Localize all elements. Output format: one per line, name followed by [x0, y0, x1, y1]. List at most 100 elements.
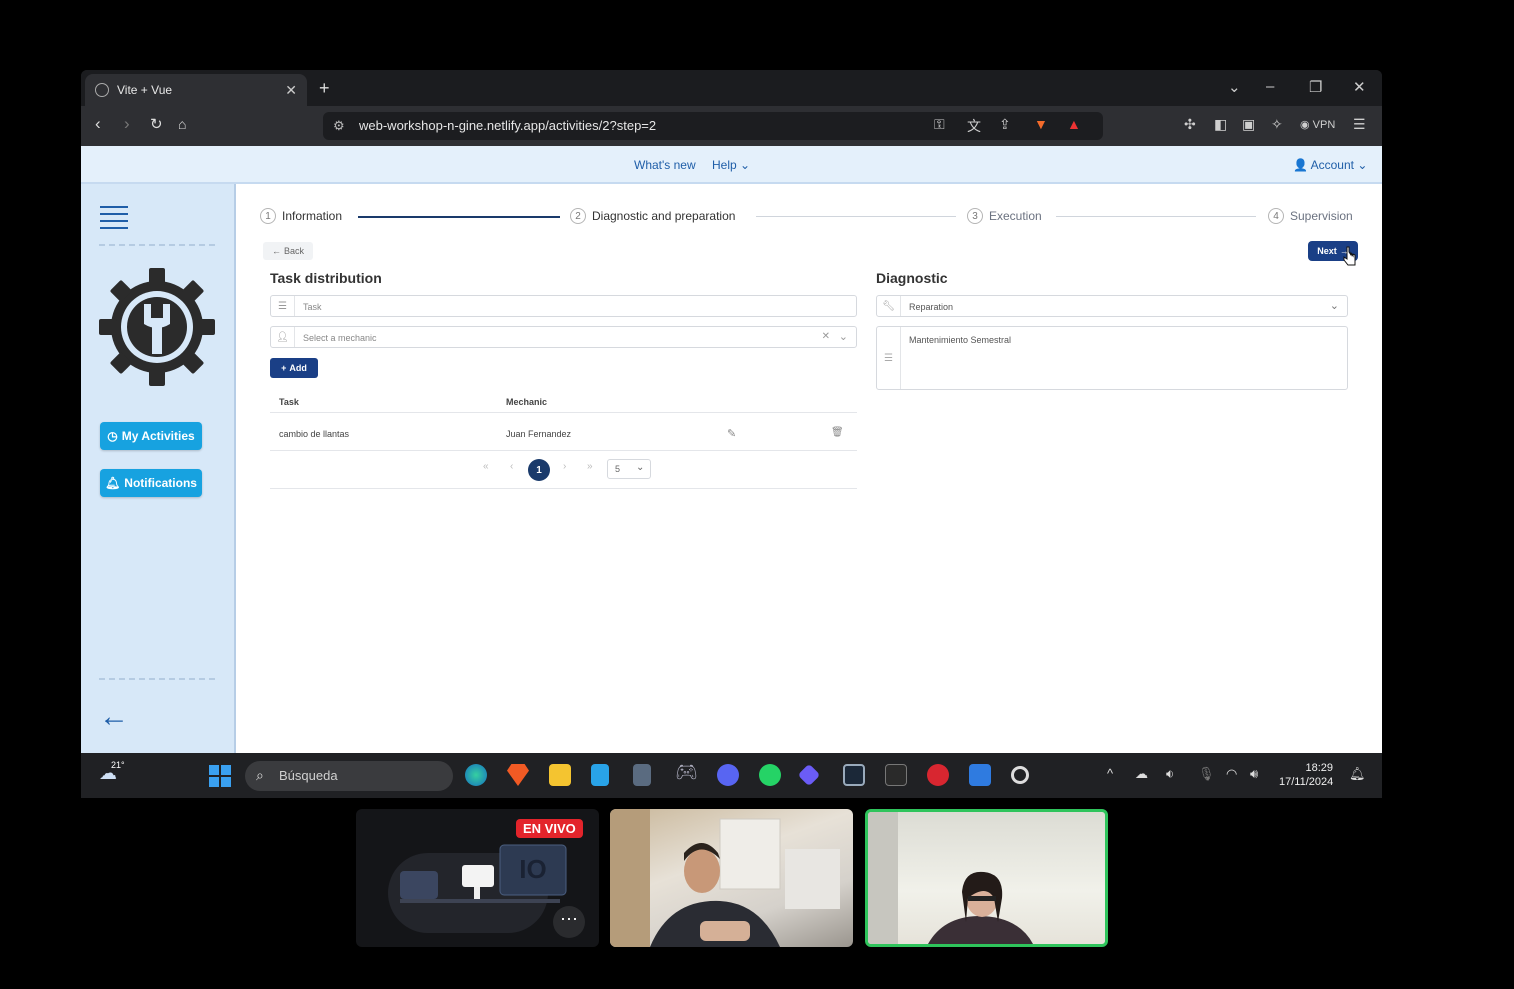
- step-execution[interactable]: 3 Execution: [967, 208, 1042, 224]
- account-menu[interactable]: 👤 Account ⌄: [1293, 158, 1367, 172]
- back-button[interactable]: ← Back: [263, 242, 313, 260]
- edit-pencil-icon[interactable]: ✎: [727, 427, 736, 440]
- app-red-icon[interactable]: [927, 764, 949, 786]
- last-page-icon[interactable]: »: [587, 461, 593, 472]
- diagnostic-type-select[interactable]: 🔧︎ Reparation ⌄: [876, 295, 1348, 317]
- brave-shield-icon[interactable]: ▼: [1034, 116, 1048, 132]
- diagnostic-type-value: Reparation: [909, 302, 954, 312]
- first-page-icon[interactable]: «: [483, 461, 489, 472]
- windows-start-icon[interactable]: [209, 765, 231, 787]
- discord-icon[interactable]: [717, 764, 739, 786]
- live-badge: EN VIVO: [516, 819, 583, 838]
- page-current[interactable]: 1: [528, 459, 550, 481]
- back-icon[interactable]: ‹: [95, 114, 101, 134]
- edge-icon[interactable]: [465, 764, 487, 786]
- whatsapp-icon[interactable]: [759, 764, 781, 786]
- top-navigation: What's new Help ⌄ 👤 Account ⌄: [81, 146, 1382, 184]
- step-information[interactable]: 1 Information: [260, 208, 342, 224]
- reload-icon[interactable]: ↻: [150, 115, 163, 133]
- tab-list-chevron-icon[interactable]: ⌄: [1228, 78, 1241, 96]
- address-bar[interactable]: ⚙ web-workshop-n-gine.netlify.app/activi…: [323, 112, 1103, 140]
- browser-tab[interactable]: Vite + Vue ✕: [85, 74, 307, 106]
- minimize-icon[interactable]: –: [1266, 78, 1274, 95]
- translate-icon[interactable]: 文: [967, 116, 981, 136]
- list-icon: ☰: [271, 296, 295, 316]
- notepad-icon[interactable]: [591, 764, 609, 786]
- next-page-icon[interactable]: ›: [563, 461, 566, 472]
- hamburger-menu-icon[interactable]: [100, 206, 128, 234]
- participant-video-tile-active-speaker[interactable]: [865, 809, 1108, 947]
- add-task-button[interactable]: + Add: [270, 358, 318, 378]
- key-icon[interactable]: ⚿: [934, 116, 945, 133]
- volume-icon[interactable]: 🔊︎: [1250, 766, 1258, 782]
- notification-bell-icon[interactable]: 🔔︎: [1349, 766, 1366, 782]
- step-supervision[interactable]: 4 Supervision: [1268, 208, 1353, 224]
- notifications-label: Notifications: [124, 476, 197, 490]
- extensions-icon[interactable]: ✣: [1184, 116, 1196, 133]
- task-distribution-title: Task distribution: [270, 270, 382, 286]
- step-diagnostic[interactable]: 2 Diagnostic and preparation: [570, 208, 735, 224]
- site-settings-icon[interactable]: ⚙: [333, 118, 345, 134]
- wifi-icon[interactable]: ◠: [1226, 766, 1237, 782]
- back-label: Back: [283, 246, 304, 256]
- my-activities-button[interactable]: ◷ My Activities: [100, 422, 202, 450]
- app-diamond-icon[interactable]: [797, 763, 821, 787]
- forward-icon[interactable]: ›: [124, 114, 130, 134]
- wrench-icon: 🔧︎: [877, 296, 901, 316]
- help-label: Help: [712, 158, 737, 172]
- gamepad-icon[interactable]: 🎮︎: [675, 762, 698, 784]
- plus-icon: +: [281, 363, 287, 373]
- sidebar-toggle-icon[interactable]: ◧: [1214, 116, 1227, 133]
- wallet-icon[interactable]: ▣: [1242, 116, 1255, 133]
- clock-icon: ◷: [107, 429, 118, 443]
- obs-icon[interactable]: [1011, 766, 1029, 784]
- calendar-icon[interactable]: [969, 764, 991, 786]
- task-input[interactable]: ☰ Task: [270, 295, 857, 317]
- brave-icon[interactable]: [507, 764, 529, 786]
- page-size-select[interactable]: 5 ⌄: [607, 459, 651, 479]
- home-icon[interactable]: ⌂: [178, 116, 186, 132]
- user-icon: 👤: [1293, 158, 1308, 172]
- onedrive-cloud-icon[interactable]: ☁: [1135, 766, 1148, 782]
- system-clock[interactable]: 18:29 17/11/2024: [1279, 761, 1333, 789]
- prev-page-icon[interactable]: ‹: [510, 461, 513, 472]
- more-options-icon[interactable]: ⋯: [553, 906, 585, 938]
- vpn-button[interactable]: ◉ VPN: [1300, 118, 1335, 131]
- menu-icon[interactable]: ☰: [1353, 116, 1366, 133]
- taskbar-search[interactable]: ⌕ Búsqueda: [245, 761, 453, 791]
- show-hidden-icons-chevron[interactable]: ^: [1107, 766, 1113, 781]
- clear-icon[interactable]: ✕: [822, 331, 830, 342]
- steam-icon[interactable]: [843, 764, 865, 786]
- globe-icon: [95, 83, 109, 97]
- share-icon[interactable]: ⇪: [999, 116, 1011, 133]
- close-tab-icon[interactable]: ✕: [285, 82, 297, 99]
- notifications-button[interactable]: 🔔︎ Notifications: [100, 469, 202, 497]
- whats-new-link[interactable]: What's new: [634, 158, 696, 172]
- vpn-label: VPN: [1312, 119, 1336, 131]
- speaker-icon[interactable]: 🔉︎: [1166, 766, 1174, 782]
- close-window-icon[interactable]: ✕: [1353, 78, 1366, 96]
- delete-trash-icon[interactable]: 🗑︎: [831, 427, 844, 438]
- chevron-down-icon[interactable]: ⌄: [839, 330, 848, 343]
- participant-video-tile[interactable]: [610, 809, 853, 947]
- lines-icon: ☰: [877, 327, 901, 389]
- calculator-icon[interactable]: [633, 764, 651, 786]
- collapse-sidebar-arrow-icon[interactable]: ←: [99, 702, 129, 732]
- diagnostic-description-textarea[interactable]: ☰ Mantenimiento Semestral: [876, 326, 1348, 390]
- clock-date: 17/11/2024: [1279, 776, 1334, 788]
- microphone-icon[interactable]: 🎙︎: [1198, 766, 1215, 782]
- mechanic-select[interactable]: 👤︎ Select a mechanic ✕ ⌄: [270, 326, 857, 348]
- brave-rewards-icon[interactable]: ▲: [1067, 116, 1081, 132]
- epic-games-icon[interactable]: [885, 764, 907, 786]
- help-menu[interactable]: Help ⌄: [712, 158, 750, 172]
- file-explorer-icon[interactable]: [549, 764, 571, 786]
- restore-icon[interactable]: ❐: [1309, 78, 1322, 96]
- browser-window: Vite + Vue ✕ + ⌄ – ❐ ✕ ‹ › ↻ ⌂ ⚙ web-wor…: [81, 70, 1382, 798]
- table-divider: [270, 488, 857, 489]
- leo-ai-icon[interactable]: ✧: [1271, 116, 1283, 133]
- chevron-down-icon: ⌄: [1329, 300, 1339, 312]
- task-cell: cambio de llantas: [279, 429, 350, 439]
- stream-thumbnail-tile[interactable]: IO EN VIVO ⋯: [356, 809, 599, 947]
- windows-taskbar: ☁ 21° ⌕ Búsqueda 🎮︎ ^ ☁ 🔉︎ 🎙︎ ◠ 🔊︎ 18:29: [81, 753, 1382, 798]
- new-tab-icon[interactable]: +: [319, 78, 330, 99]
